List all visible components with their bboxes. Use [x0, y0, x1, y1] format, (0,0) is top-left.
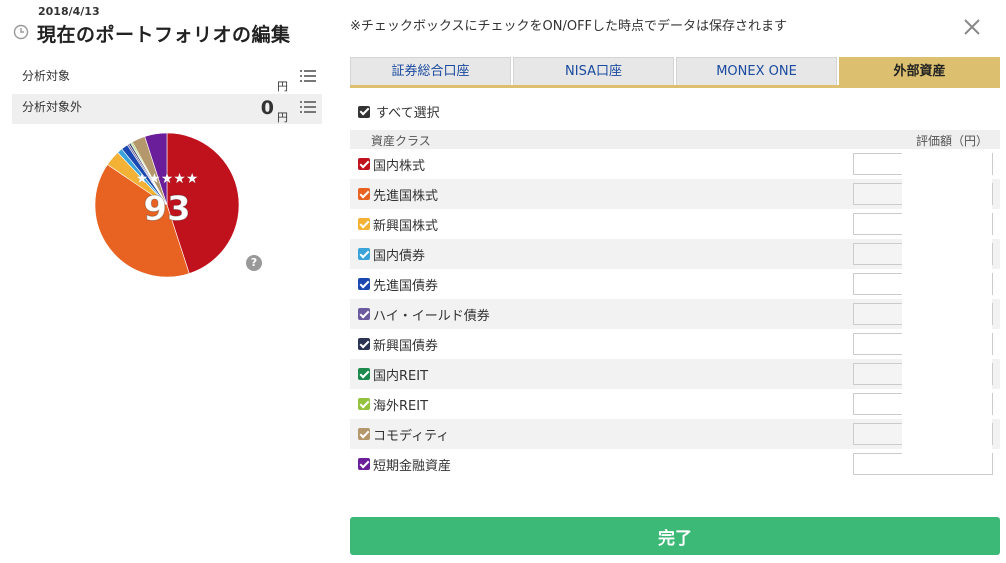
summary-unit: 円: [277, 111, 288, 124]
asset-class-name: 新興国債券: [373, 339, 439, 354]
tab-monex-one[interactable]: MONEX ONE: [676, 57, 837, 85]
close-icon[interactable]: [961, 16, 983, 38]
select-all-checkbox[interactable]: [358, 105, 370, 118]
select-all-label: すべて選択: [376, 106, 440, 121]
asset-checkbox[interactable]: [358, 458, 370, 470]
summary-label: 分析対象: [22, 69, 71, 83]
account-tabs: 証券総合口座 NISA口座 MONEX ONE 外部資産: [350, 57, 1000, 88]
score-value: 93: [143, 189, 190, 229]
done-button[interactable]: 完了: [350, 517, 1000, 555]
asset-checkbox[interactable]: [358, 248, 370, 260]
asset-checkbox[interactable]: [358, 278, 370, 290]
summary-row-analyzed: 分析対象 円: [12, 63, 322, 93]
list-icon[interactable]: [300, 100, 316, 114]
summary-row-excluded: 分析対象外 0 円: [12, 94, 322, 124]
asset-checkbox[interactable]: [358, 218, 370, 230]
asset-checkbox[interactable]: [358, 188, 370, 200]
summary-unit: 円: [277, 80, 288, 93]
summary-label: 分析対象外: [22, 100, 83, 114]
asset-checkbox[interactable]: [358, 308, 370, 320]
tab-external-assets[interactable]: 外部資産: [839, 57, 1000, 85]
asset-class-name: 先進国債券: [373, 279, 439, 294]
asset-class-name: 海外REIT: [373, 399, 429, 414]
tab-securities-account[interactable]: 証券総合口座: [350, 57, 511, 85]
asset-checkbox[interactable]: [358, 398, 370, 410]
list-icon[interactable]: [300, 69, 316, 83]
asset-class-name: 国内REIT: [373, 369, 429, 384]
clock-icon: [13, 24, 29, 40]
portfolio-edit-dialog: 2018/4/13 現在のポートフォリオの編集 分析対象 円 分析対象外 0 円…: [0, 0, 1006, 563]
column-header-asset-class: 資産クラス: [371, 134, 431, 148]
asset-checkbox[interactable]: [358, 368, 370, 380]
page-title: 現在のポートフォリオの編集: [37, 24, 291, 46]
score-stars: ★★★★★: [136, 171, 199, 187]
asset-checkbox[interactable]: [358, 428, 370, 440]
portfolio-date: 2018/4/13: [38, 5, 100, 18]
asset-class-name: 先進国株式: [373, 189, 439, 204]
column-header-value: 評価額（円）: [915, 134, 988, 148]
help-icon[interactable]: ?: [246, 255, 262, 271]
tab-nisa-account[interactable]: NISA口座: [513, 57, 674, 85]
allocation-pie-chart: ★★★★★ 93: [94, 132, 240, 278]
save-notice: ※チェックボックスにチェックをON/OFFした時点でデータは保存されます: [350, 19, 788, 34]
table-header: 資産クラス 評価額（円）: [350, 130, 1000, 149]
value-column-overlay: [902, 149, 992, 474]
asset-checkbox[interactable]: [358, 158, 370, 170]
asset-class-name: ハイ・イールド債券: [373, 309, 490, 324]
asset-class-name: 国内株式: [373, 159, 426, 174]
asset-checkbox[interactable]: [358, 338, 370, 350]
asset-class-name: 短期金融資産: [373, 459, 452, 474]
asset-class-name: 国内債券: [373, 249, 426, 264]
summary-value: 0: [260, 97, 274, 119]
asset-class-name: コモディティ: [373, 429, 450, 444]
asset-class-name: 新興国株式: [373, 219, 439, 234]
select-all[interactable]: すべて選択: [358, 102, 440, 121]
